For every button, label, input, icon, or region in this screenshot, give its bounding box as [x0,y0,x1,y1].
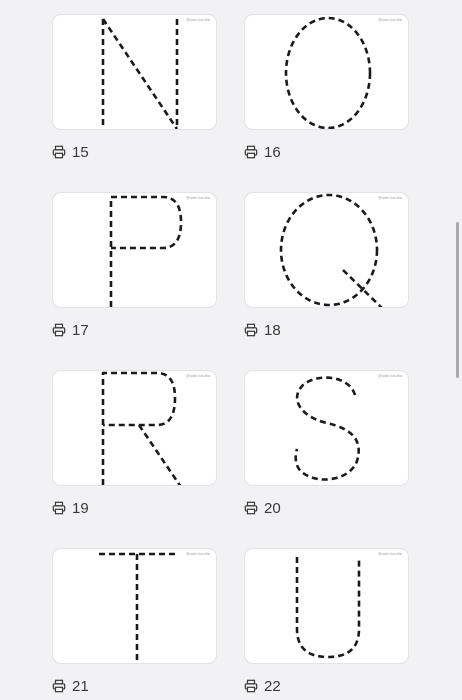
card-number: 16 [264,143,281,161]
card-meta-19: 19 [52,499,89,517]
letter-q-tracing [279,193,383,307]
card-meta-15: 15 [52,143,89,161]
letter-n-tracing [101,18,179,129]
card-meta-20: 20 [244,499,281,517]
scrollbar[interactable] [456,222,459,378]
printer-icon[interactable] [244,679,258,693]
card-number: 19 [72,499,89,517]
card-number: 18 [264,321,281,339]
watermark: @prof.claudia [186,552,210,556]
printer-icon[interactable] [244,323,258,337]
printer-icon[interactable] [52,679,66,693]
card-meta-21: 21 [52,677,89,695]
card-number: 15 [72,143,89,161]
letter-u-tracing [295,557,361,659]
worksheet-card-q[interactable]: @prof.claudia [244,192,409,308]
card-meta-17: 17 [52,321,89,339]
worksheet-card-p[interactable]: @prof.claudia [52,192,217,308]
worksheet-card-u[interactable]: @prof.claudia [244,548,409,664]
worksheet-card-o[interactable]: @prof.claudia [244,14,409,130]
letter-r-tracing [101,371,182,485]
worksheet-card-r[interactable]: @prof.claudia [52,370,217,486]
card-number: 20 [264,499,281,517]
letter-t-tracing [99,552,175,663]
worksheet-card-s[interactable]: @prof.claudia [244,370,409,486]
watermark: @prof.claudia [378,552,402,556]
worksheet-grid: @prof.claudia 15 @prof.claudia 16 @prof.… [0,0,462,700]
card-meta-18: 18 [244,321,281,339]
watermark: @prof.claudia [378,18,402,22]
letter-s-tracing [294,376,360,481]
card-number: 17 [72,321,89,339]
worksheet-card-n[interactable]: @prof.claudia [52,14,217,130]
card-meta-22: 22 [244,677,281,695]
printer-icon[interactable] [52,501,66,515]
card-number: 22 [264,677,281,695]
printer-icon[interactable] [52,323,66,337]
card-meta-16: 16 [244,143,281,161]
printer-icon[interactable] [52,145,66,159]
watermark: @prof.claudia [186,18,210,22]
watermark: @prof.claudia [186,374,210,378]
watermark: @prof.claudia [378,196,402,200]
worksheet-card-t[interactable]: @prof.claudia [52,548,217,664]
card-number: 21 [72,677,89,695]
letter-o-tracing [284,16,372,129]
watermark: @prof.claudia [378,374,402,378]
watermark: @prof.claudia [186,196,210,200]
printer-icon[interactable] [244,501,258,515]
printer-icon[interactable] [244,145,258,159]
letter-p-tracing [109,195,183,307]
